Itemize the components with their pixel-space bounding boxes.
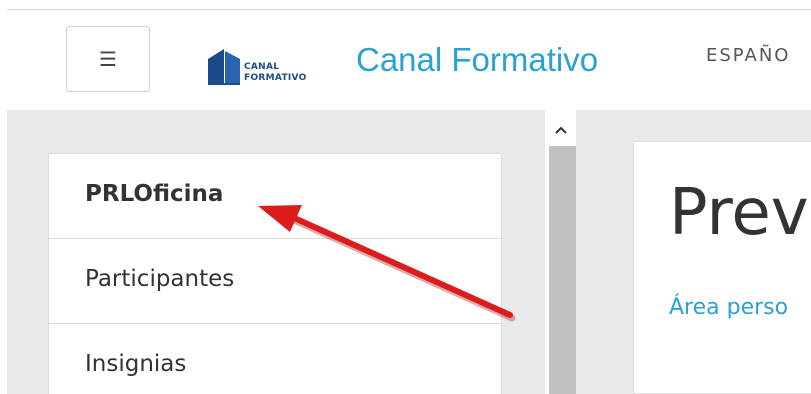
app-window: ☰ CANAL FORMATIVO Canal Formativo ESPAÑO… [0, 0, 811, 394]
page-title: Prev [669, 176, 809, 250]
menu-toggle-button[interactable]: ☰ [66, 26, 150, 92]
building-logo-icon [208, 49, 240, 85]
sidebar-item-label: Insignias [85, 351, 187, 377]
sidebar-item-prloficina[interactable]: PRLOficina [49, 154, 501, 239]
sidebar-item-participantes[interactable]: Participantes [49, 239, 501, 324]
breadcrumb-link[interactable]: Área perso [669, 295, 788, 320]
left-gutter [0, 0, 7, 394]
language-menu[interactable]: ESPAÑO [706, 45, 790, 66]
logo-text-top: CANAL [244, 62, 280, 72]
site-logo[interactable]: CANAL FORMATIVO [206, 47, 350, 87]
chevron-up-icon [554, 126, 567, 134]
sidebar-item-insignias[interactable]: Insignias [49, 324, 501, 394]
logo-text-bottom: FORMATIVO [244, 73, 307, 83]
brand-link[interactable]: Canal Formativo [356, 40, 598, 80]
sidebar-item-label: Participantes [85, 266, 235, 292]
scroll-up-button[interactable] [545, 115, 576, 145]
scrollbar-thumb[interactable] [549, 146, 576, 394]
course-navigation-block: PRLOficina Participantes Insignias [48, 153, 502, 394]
sidebar-item-label: PRLOficina [85, 181, 224, 207]
hamburger-icon: ☰ [99, 47, 117, 71]
